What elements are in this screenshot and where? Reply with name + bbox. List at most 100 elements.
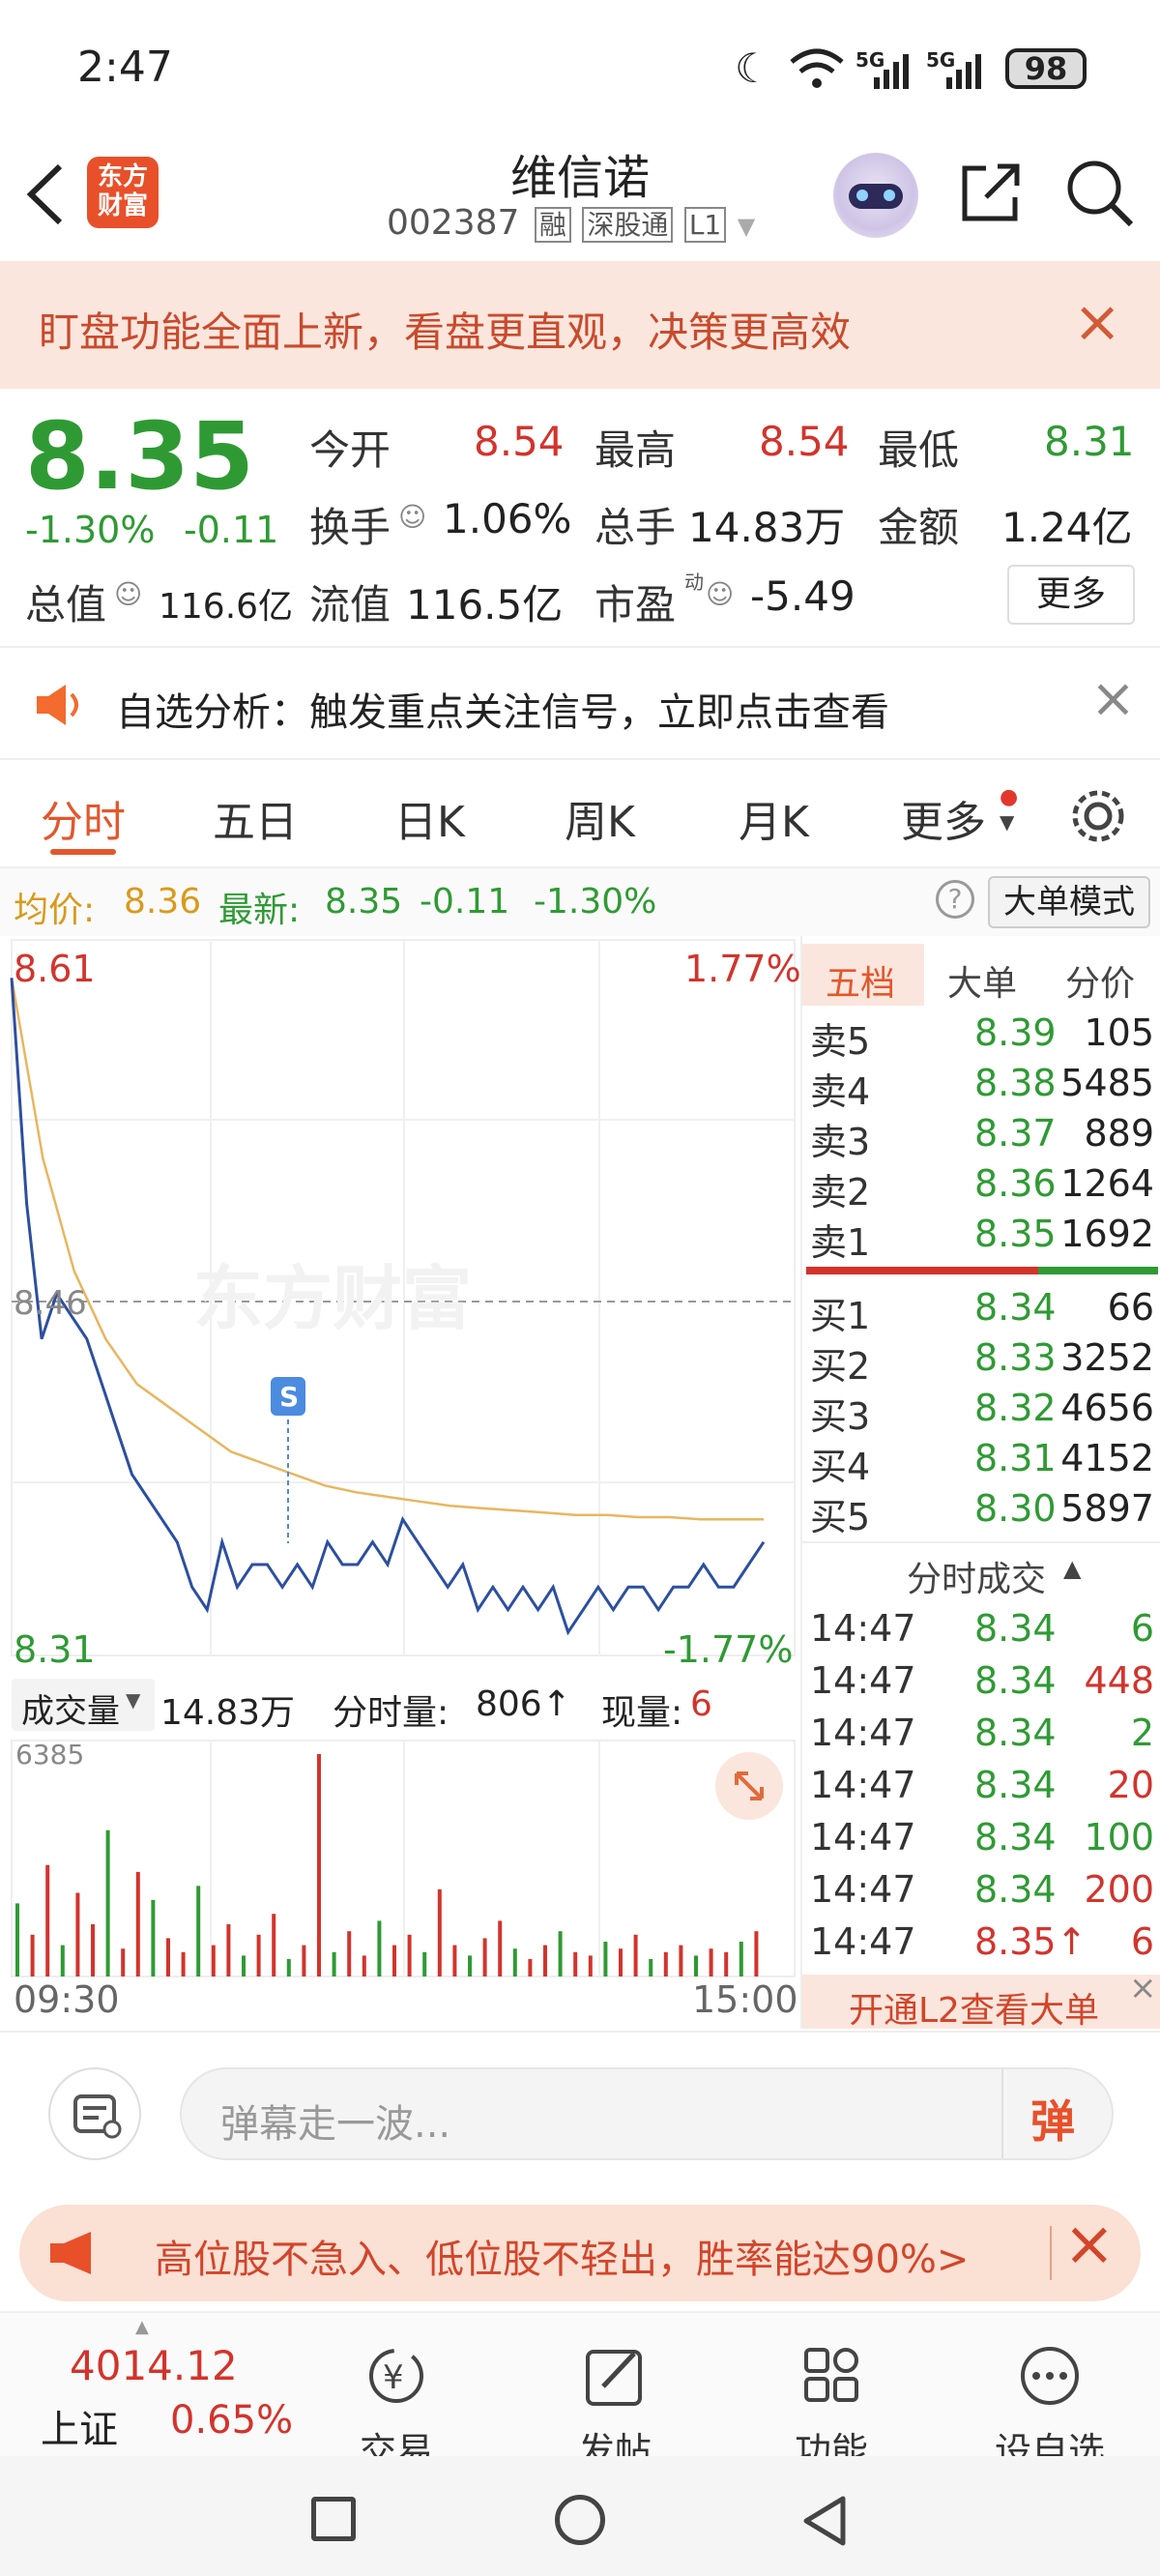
chevron-up-icon: ▲ [135, 2317, 149, 2337]
volume-bar [196, 1886, 201, 1976]
trade-volume: 6 [1130, 1607, 1154, 1650]
l2-promo-text: 开通L2查看大单 [849, 1991, 1099, 2031]
signal-marker-label: S [279, 1381, 299, 1413]
more-button[interactable]: 更多 [1007, 565, 1135, 625]
close-icon[interactable]: × [1073, 288, 1121, 356]
close-icon[interactable]: × [1129, 1969, 1157, 2007]
share-icon[interactable] [957, 159, 1025, 226]
tab-intraday[interactable]: 分时 [41, 787, 126, 849]
volume-bar [724, 1951, 729, 1976]
expand-icon[interactable] [715, 1752, 783, 1820]
assistant-robot-icon[interactable] [833, 153, 918, 238]
buy-row[interactable]: 买3 8.32 4656 [810, 1387, 1154, 1438]
stock-code-row[interactable]: 002387 融 深股通 L1 ▼ [387, 203, 773, 251]
volume-bar [633, 1934, 638, 1976]
volume-bar [91, 1924, 95, 1976]
high-value: 8.54 [759, 418, 850, 465]
sell-volume: 1264 [1060, 1162, 1154, 1205]
app-logo[interactable]: 东方 财富 [87, 157, 159, 228]
tab-more[interactable]: 更多 [901, 787, 986, 849]
sell-row[interactable]: 卖2 8.36 1264 [810, 1162, 1154, 1214]
chevron-down-icon: ▼ [126, 1688, 141, 1712]
back-nav-icon[interactable] [798, 2493, 853, 2549]
change-value: -0.11 [184, 509, 279, 551]
tab-five-day[interactable]: 五日 [213, 787, 298, 849]
chart-tabs: 分时 五日 日K 周K 月K 更多 ● ▼ [0, 760, 1160, 868]
avg-label: 均价: [14, 891, 96, 930]
help-icon[interactable]: ? [936, 880, 974, 919]
buy-price: 8.32 [974, 1387, 1057, 1429]
volume-bar [498, 1920, 503, 1976]
volume-selector[interactable]: 成交量 ▼ [12, 1679, 155, 1731]
settings-gear-icon[interactable] [1067, 785, 1129, 847]
level-badge: L1 [683, 207, 727, 243]
volume-bar [211, 1945, 216, 1976]
stock-name: 维信诺 [509, 151, 650, 205]
tab-daily-k[interactable]: 日K [394, 787, 465, 849]
sell-row[interactable]: 卖1 8.35 1692 [810, 1213, 1154, 1264]
post-button[interactable]: 发帖 [537, 2342, 692, 2474]
l2-promo[interactable]: 开通L2查看大单 × [802, 1969, 1160, 2031]
danmaku-input[interactable]: 弹幕走一波... 弹 [180, 2067, 1114, 2160]
danmaku-send-button[interactable]: 弹 [1030, 2087, 1075, 2151]
volume-bar [588, 1955, 593, 1976]
buy-row[interactable]: 买5 8.30 5897 [810, 1487, 1154, 1538]
ad-banner[interactable]: 高位股不急入、低位股不轻出，胜率能达90%> × [19, 2205, 1141, 2301]
volume-label: 总手 [594, 504, 677, 551]
volume-bar [181, 1951, 186, 1976]
turnover-value: 1.06% [443, 495, 572, 542]
analysis-notice[interactable]: 自选分析：触发重点关注信号，立即点击查看 × [0, 646, 1160, 760]
promo-banner[interactable]: 盯盘功能全面上新，看盘更直观，决策更高效 × [0, 261, 1160, 389]
volume-bar [619, 1948, 623, 1976]
buy-row[interactable]: 买2 8.33 3252 [810, 1336, 1154, 1388]
last-label: 最新: [218, 891, 301, 930]
intraday-chart[interactable]: 东方财富 S 8.61 1.77% 8.46 8.31 -1.77% 成交量 ▼… [0, 936, 801, 2029]
trade-button[interactable]: ¥ 交易 [319, 2342, 474, 2474]
close-icon[interactable]: × [1090, 667, 1136, 730]
big-order-mode-button[interactable]: 大单模式 [988, 876, 1150, 928]
status-time: 2:47 [77, 43, 173, 92]
trade-time: 14:47 [810, 1816, 916, 1859]
add-watchlist-button[interactable]: 设自选 [972, 2342, 1127, 2474]
trade-time: 14:47 [810, 1764, 916, 1806]
tab-weekly-k[interactable]: 周K [565, 787, 635, 849]
sell-row[interactable]: 卖3 8.37 889 [810, 1112, 1154, 1163]
now-volume-label: 现量: [601, 1693, 683, 1733]
post-icon [586, 2350, 642, 2406]
info-icon[interactable]: ☺ [706, 578, 734, 610]
volume-max-label: 6385 [15, 1739, 85, 1771]
grid-icon [804, 2348, 858, 2402]
back-icon[interactable] [23, 161, 68, 228]
home-icon[interactable] [555, 2495, 605, 2545]
volume-bar [512, 1948, 517, 1976]
buy-row[interactable]: 买1 8.34 66 [810, 1286, 1154, 1337]
sell-row[interactable]: 卖5 8.39 105 [810, 1011, 1154, 1063]
volume-bar [452, 1945, 457, 1976]
danmaku-settings-icon[interactable] [48, 2067, 141, 2160]
buy-row[interactable]: 买4 8.31 4152 [810, 1437, 1154, 1488]
tab-five-levels[interactable]: 五档 [802, 944, 924, 1006]
close-icon[interactable]: × [1063, 2209, 1116, 2280]
trades-title[interactable]: 分时成交 [907, 1551, 1046, 1601]
last-value: 8.35 [325, 882, 403, 922]
tab-big-order[interactable]: 大单 [947, 955, 1017, 1006]
trade-volume: 6 [1130, 1920, 1154, 1963]
mcap-value: 116.6亿 [159, 587, 294, 627]
volume-chart-svg[interactable] [0, 1729, 800, 1980]
search-icon[interactable] [1063, 157, 1137, 230]
chart-watermark: 东方财富 [193, 1258, 472, 1339]
sell-row[interactable]: 卖4 8.38 5485 [810, 1062, 1154, 1113]
info-icon[interactable]: ☺ [398, 501, 426, 533]
tab-monthly-k[interactable]: 月K [739, 787, 809, 849]
trade-volume: 200 [1084, 1868, 1154, 1911]
info-icon[interactable]: ☺ [114, 578, 142, 610]
function-button[interactable]: 功能 [754, 2342, 909, 2474]
header: 东方 财富 维信诺 002387 融 深股通 L1 ▼ [0, 135, 1160, 261]
price-chart-svg[interactable]: 东方财富 S [0, 936, 800, 1659]
index-ticker[interactable]: 4014.12 上证 0.65% [19, 2342, 309, 2452]
tab-five-levels-label: 五档 [826, 964, 896, 1004]
recent-apps-icon[interactable] [311, 2497, 356, 2541]
float-value: 116.5亿 [406, 581, 564, 629]
tab-price-dist[interactable]: 分价 [1065, 955, 1135, 1006]
buy-volume-bar [1038, 1267, 1158, 1274]
